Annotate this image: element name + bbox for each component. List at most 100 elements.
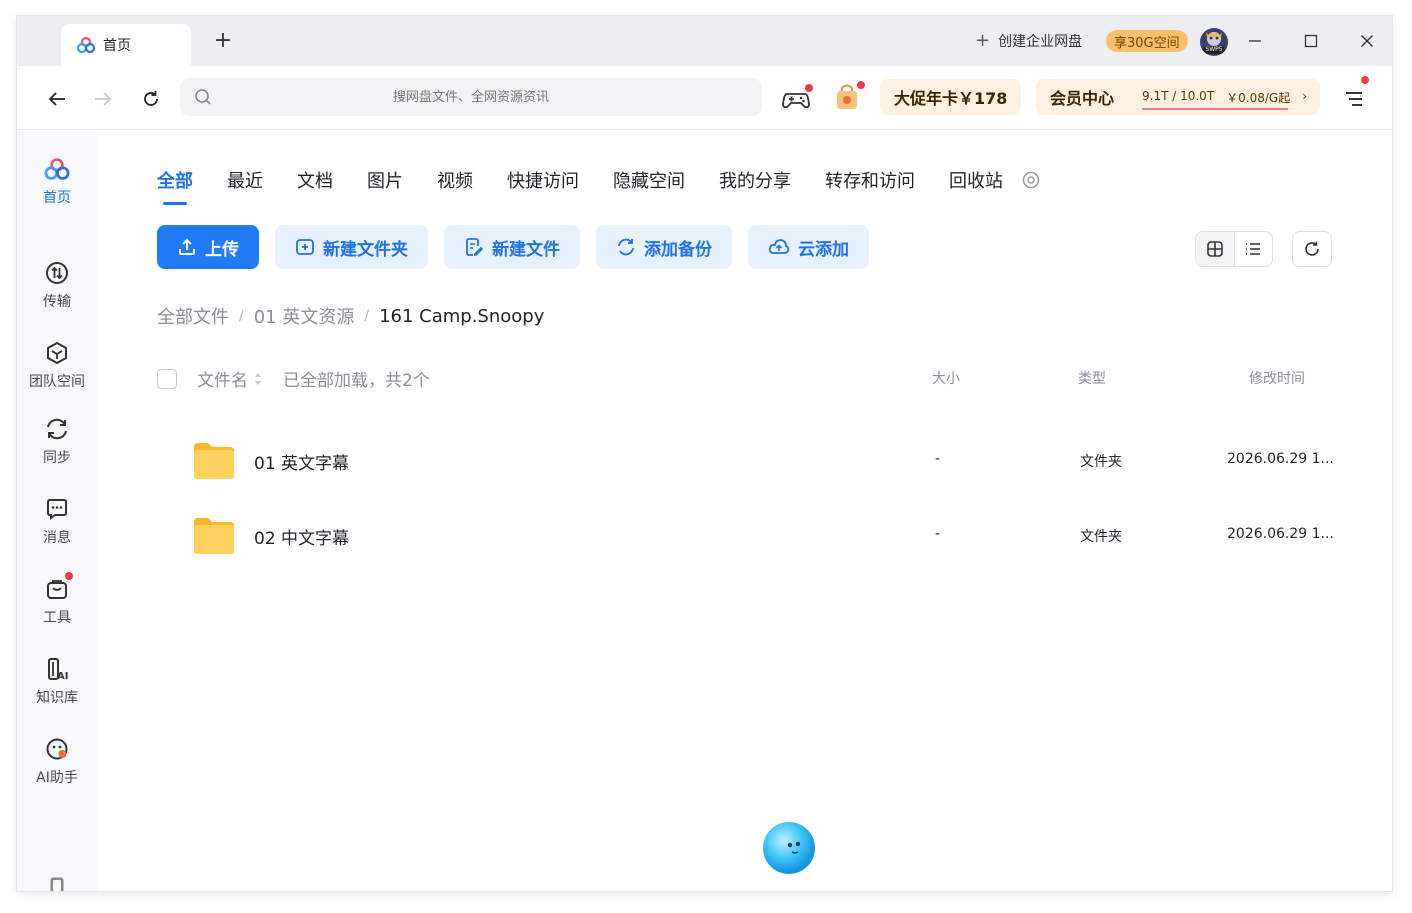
tab-videos[interactable]: 视频 — [437, 167, 473, 193]
loaded-count-text: 已全部加载，共2个 — [283, 371, 430, 391]
sidebar-item-label: 传输 — [43, 294, 71, 310]
member-center-button[interactable]: 会员中心 9.1T / 10.0T ￥0.08/G起 › — [1036, 79, 1320, 115]
vip-tag: SWP5 — [1203, 46, 1225, 54]
ai-mascot-button[interactable] — [752, 811, 826, 885]
refresh-icon — [1305, 241, 1319, 256]
tab-recent[interactable]: 最近 — [227, 167, 263, 193]
new-tab-button[interactable]: + — [211, 28, 235, 53]
search-input[interactable] — [180, 78, 762, 116]
mobile-device-button[interactable] — [49, 876, 65, 891]
breadcrumb-current: 161 Camp.Snoopy — [379, 305, 545, 327]
tab-all[interactable]: 全部 — [157, 167, 193, 205]
sidebar-item-label: 同步 — [43, 450, 71, 466]
new-file-icon — [466, 238, 484, 256]
main-menu-button[interactable] — [1343, 76, 1369, 108]
refresh-list-button[interactable] — [1292, 231, 1332, 267]
file-row[interactable]: 01 英文字幕 - 文件夹 2026.06.29 1... — [157, 431, 1337, 491]
breadcrumb-separator: / — [239, 308, 244, 324]
minimize-button[interactable] — [1241, 28, 1269, 54]
sidebar-item-knowledge-base[interactable]: AI 知识库 — [17, 655, 97, 719]
add-backup-button[interactable]: 添加备份 — [596, 225, 732, 269]
user-avatar[interactable]: SWP5 — [1200, 28, 1228, 56]
storage-info: 9.1T / 10.0T ￥0.08/G起 › — [1142, 89, 1307, 110]
tab-settings-button[interactable] — [1022, 171, 1040, 189]
upload-icon — [179, 238, 195, 255]
sidebar: 首页 传输 团队空间 同步 消息 工具 AI 知识库 AI助手 — [17, 131, 97, 891]
arrow-right-icon — [95, 92, 112, 106]
reload-button[interactable] — [138, 86, 164, 112]
tools-icon — [43, 572, 73, 603]
breadcrumb-separator: / — [364, 308, 370, 324]
sidebar-item-sync[interactable]: 同步 — [17, 415, 97, 479]
breadcrumb-root[interactable]: 全部文件 — [157, 303, 229, 329]
grid-view-button[interactable] — [1196, 232, 1235, 266]
storage-price: ￥0.08/G起 — [1226, 90, 1291, 105]
app-window: 首页 + + 创建企业网盘 享30G空间 SWP5 搜网盘文件、全网资源资讯 大… — [17, 16, 1392, 891]
grid-view-icon — [1206, 241, 1223, 257]
main-content: 全部 最近 文档 图片 视频 快捷访问 隐藏空间 我的分享 转存和访问 回收站 … — [97, 131, 1392, 891]
sidebar-item-label: 知识库 — [36, 690, 78, 706]
column-name-header[interactable]: 文件名 — [197, 366, 262, 391]
forward-button[interactable] — [90, 86, 116, 112]
list-view-icon — [1246, 243, 1261, 255]
annual-card-promo[interactable]: 大促年卡￥178 — [880, 79, 1022, 115]
column-size-header[interactable]: 大小 — [932, 368, 960, 388]
knowledge-base-icon: AI — [43, 655, 71, 683]
arrow-left-icon — [48, 92, 65, 106]
new-folder-button[interactable]: 新建文件夹 — [275, 225, 428, 269]
tab-hidden-space[interactable]: 隐藏空间 — [613, 167, 685, 193]
sidebar-item-ai-assistant[interactable]: AI助手 — [17, 735, 97, 799]
mascot-bubble-icon — [763, 822, 815, 874]
tab-home[interactable]: 首页 — [61, 24, 191, 66]
sidebar-item-team-space[interactable]: 团队空间 — [17, 339, 97, 403]
enterprise-bonus-badge[interactable]: 享30G空间 — [1106, 30, 1188, 52]
target-settings-icon — [1022, 171, 1040, 189]
add-backup-label: 添加备份 — [644, 239, 712, 260]
file-type: 文件夹 — [1080, 529, 1122, 545]
column-type-header[interactable]: 类型 — [1078, 368, 1106, 388]
folder-icon — [194, 443, 234, 479]
gift-bag-button[interactable] — [833, 81, 865, 112]
sidebar-item-label: 消息 — [43, 530, 71, 546]
tab-recycle-bin[interactable]: 回收站 — [949, 167, 1003, 193]
search-icon — [195, 89, 211, 105]
close-button[interactable] — [1353, 28, 1381, 54]
tab-quick-access[interactable]: 快捷访问 — [507, 167, 579, 193]
member-center-title: 会员中心 — [1050, 89, 1115, 108]
upload-button[interactable]: 上传 — [157, 225, 259, 269]
maximize-button[interactable] — [1297, 28, 1325, 54]
select-all-checkbox[interactable] — [157, 369, 177, 389]
search-box[interactable] — [180, 78, 762, 116]
reload-icon — [144, 91, 158, 106]
sidebar-item-message[interactable]: 消息 — [17, 495, 97, 559]
notification-dot — [857, 81, 865, 89]
notification-dot — [1361, 76, 1369, 84]
file-name[interactable]: 01 英文字幕 — [254, 449, 349, 474]
file-size: - — [935, 526, 941, 542]
file-name[interactable]: 02 中文字幕 — [254, 524, 349, 549]
backup-sync-icon — [618, 238, 634, 256]
tab-label: 首页 — [103, 38, 131, 54]
game-center-button[interactable] — [781, 84, 813, 112]
sidebar-item-home[interactable]: 首页 — [17, 155, 97, 219]
sidebar-item-tools[interactable]: 工具 — [17, 572, 97, 639]
new-file-button[interactable]: 新建文件 — [444, 225, 580, 269]
phone-icon — [50, 877, 64, 891]
column-modified-header[interactable]: 修改时间 — [1249, 368, 1305, 388]
breadcrumb-level1[interactable]: 01 英文资源 — [254, 303, 355, 329]
sync-icon — [43, 415, 71, 443]
sidebar-item-transfer[interactable]: 传输 — [17, 259, 97, 323]
sidebar-item-label: 团队空间 — [29, 374, 85, 390]
tab-documents[interactable]: 文档 — [297, 167, 333, 193]
view-mode-toggle — [1195, 231, 1273, 267]
baidu-netdisk-logo-icon — [76, 36, 96, 54]
file-modified: 2026.06.29 1... — [1227, 451, 1334, 467]
create-enterprise-button[interactable]: + 创建企业网盘 — [975, 30, 1082, 51]
tab-images[interactable]: 图片 — [367, 167, 403, 193]
back-button[interactable] — [44, 86, 70, 112]
cloud-add-button[interactable]: 云添加 — [748, 225, 869, 269]
list-view-button[interactable] — [1235, 232, 1273, 266]
file-row[interactable]: 02 中文字幕 - 文件夹 2026.06.29 1... — [157, 506, 1337, 566]
tab-transfer-and-visits[interactable]: 转存和访问 — [825, 167, 915, 193]
tab-my-shares[interactable]: 我的分享 — [719, 167, 791, 193]
